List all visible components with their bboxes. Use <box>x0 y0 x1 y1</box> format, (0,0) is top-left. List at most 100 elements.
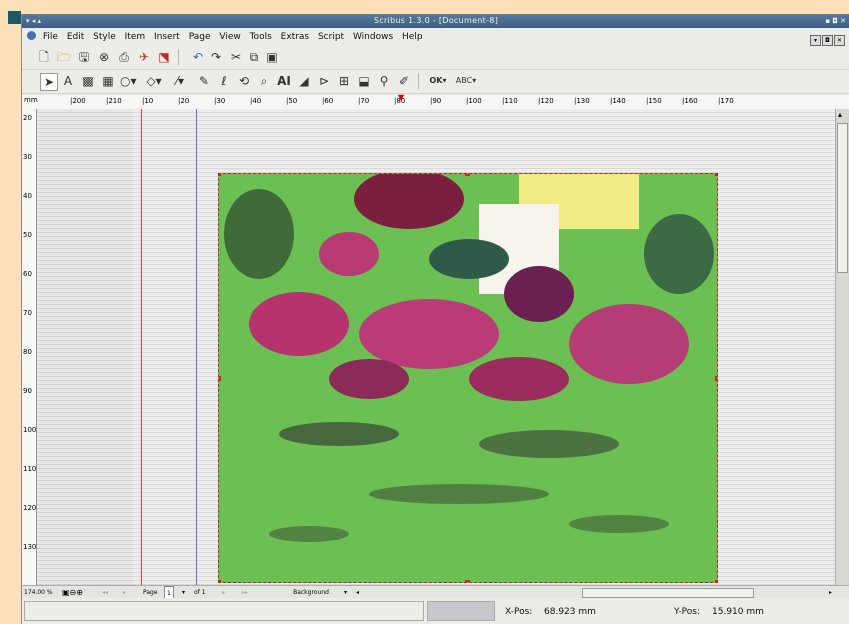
resize-handle[interactable] <box>465 174 470 176</box>
image-frame-icon[interactable]: ▩ <box>80 73 96 89</box>
copy-icon[interactable]: ⧉ <box>246 49 262 65</box>
text-frame-icon[interactable]: A <box>60 73 76 89</box>
menu-windows[interactable]: Windows <box>353 32 393 42</box>
app-icon <box>27 31 36 40</box>
rotate-icon[interactable]: ⟲ <box>236 73 252 89</box>
line-icon[interactable]: ⁄▾ <box>172 73 188 89</box>
freehand-icon[interactable]: ℓ <box>216 73 232 89</box>
menu-page[interactable]: Page <box>189 32 211 42</box>
ruler-tick-label: |100 <box>466 97 482 105</box>
menu-edit[interactable]: Edit <box>67 32 84 42</box>
pdf-field-icon[interactable]: OK▾ <box>426 73 450 89</box>
undo-icon[interactable]: ↶ <box>190 49 206 65</box>
shape-icon[interactable]: ○▾ <box>120 73 137 89</box>
zoom-icon[interactable]: ⌕ <box>256 73 272 89</box>
table-icon[interactable]: ▦ <box>100 73 116 89</box>
resize-handle[interactable] <box>219 376 221 381</box>
unlink-frames-icon[interactable]: ⊳ <box>316 73 332 89</box>
resize-handle[interactable] <box>715 376 717 381</box>
edit-text-icon[interactable]: AI <box>276 73 292 89</box>
spell-check-icon[interactable]: ABC▾ <box>454 73 478 89</box>
image-frame[interactable] <box>218 173 718 583</box>
menu-bar: File Edit Style Item Insert Page View To… <box>22 28 849 46</box>
document-canvas[interactable] <box>37 109 835 585</box>
status-bar: X-Pos: 68.923 mm Y-Pos: 15.910 mm <box>22 598 849 624</box>
ruler-tick-label: 20 <box>23 114 32 122</box>
save-icon[interactable]: 🖫 <box>76 49 92 65</box>
menu-style[interactable]: Style <box>93 32 116 42</box>
ruler-tick-label: |20 <box>178 97 190 105</box>
status-message <box>24 601 424 621</box>
menu-script[interactable]: Script <box>318 32 344 42</box>
ruler-tick-label: 50 <box>23 231 32 239</box>
pen-icon[interactable]: ✐ <box>396 73 412 89</box>
cut-icon[interactable]: ✂ <box>228 49 244 65</box>
scribus-window: ▾ ◂ ▴ Scribus 1.3.0 - [Document-8] ▪ ◘ ✕… <box>21 14 849 624</box>
pdf-export-icon[interactable]: ⬔ <box>156 49 172 65</box>
paste-icon[interactable]: ▣ <box>264 49 280 65</box>
menu-help[interactable]: Help <box>402 32 423 42</box>
select-arrow-icon[interactable]: ➤ <box>40 73 58 91</box>
toolbar-separator <box>178 49 179 65</box>
menu-view[interactable]: View <box>219 32 240 42</box>
ruler-unit: mm <box>24 96 38 104</box>
copy-properties-icon[interactable]: ⬓ <box>356 73 372 89</box>
ruler-tick-label: |90 <box>430 97 442 105</box>
open-folder-icon[interactable]: 🗁 <box>56 49 72 65</box>
measure-icon[interactable]: ⊞ <box>336 73 352 89</box>
title-bar[interactable]: ▾ ◂ ▴ Scribus 1.3.0 - [Document-8] ▪ ◘ ✕ <box>22 14 849 28</box>
ruler-tick-label: |150 <box>646 97 662 105</box>
ruler-marker-icon: ▼ <box>398 93 405 102</box>
ruler-tick-label: 40 <box>23 192 32 200</box>
ruler-tick-label: 80 <box>23 348 32 356</box>
menu-extras[interactable]: Extras <box>281 32 309 42</box>
menu-item[interactable]: Item <box>125 32 146 42</box>
vertical-ruler[interactable]: 20 30 40 50 60 70 80 90 100 110 120 130 <box>22 109 37 585</box>
link-frames-icon[interactable]: ◢ <box>296 73 312 89</box>
scroll-up-icon[interactable]: ▴ <box>838 110 842 119</box>
ruler-tick-label: |170 <box>718 97 734 105</box>
ruler-tick-label: |120 <box>538 97 554 105</box>
print-icon[interactable]: ⎙ <box>116 49 132 65</box>
menu-file[interactable]: File <box>43 32 58 42</box>
close-document-icon[interactable]: ⊗ <box>96 49 112 65</box>
file-toolbar: 🗋 🗁 🖫 ⊗ ⎙ ✈ ⬔ ↶ ↷ ✂ ⧉ ▣ <box>22 46 849 70</box>
column-guide <box>196 109 197 585</box>
desktop-corner <box>8 11 21 24</box>
resize-handle[interactable] <box>465 580 470 582</box>
ruler-tick-label: 110 <box>23 465 37 473</box>
horizontal-scrollbar-thumb[interactable] <box>582 588 754 598</box>
ruler-tick-label: 30 <box>23 153 32 161</box>
eyedropper-icon[interactable]: ⚲ <box>376 73 392 89</box>
ruler-tick-label: |160 <box>682 97 698 105</box>
resize-handle[interactable] <box>219 174 221 176</box>
new-document-icon[interactable]: 🗋 <box>36 49 52 65</box>
scrollbar-thumb[interactable] <box>837 123 848 273</box>
menu-tools[interactable]: Tools <box>250 32 272 42</box>
resize-handle[interactable] <box>715 580 717 582</box>
polygon-icon[interactable]: ◇▾ <box>146 73 162 89</box>
ruler-tick-label: 120 <box>23 504 37 512</box>
ruler-tick-label: |10 <box>142 97 154 105</box>
resize-handle[interactable] <box>219 580 221 582</box>
menu-insert[interactable]: Insert <box>154 32 180 42</box>
x-pos-label: X-Pos: <box>505 607 533 617</box>
ruler-tick-label: |40 <box>250 97 262 105</box>
resize-handle[interactable] <box>715 174 717 176</box>
window-controls[interactable]: ▪ ◘ ✕ <box>825 14 846 28</box>
ruler-tick-label: |140 <box>610 97 626 105</box>
tools-toolbar: ➤ A ▩ ▦ ○▾ ◇▾ ⁄▾ ✎ ℓ ⟲ ⌕ AI ◢ ⊳ ⊞ ⬓ ⚲ ✐ … <box>22 70 849 94</box>
y-pos-value: 15.910 mm <box>712 607 764 617</box>
ruler-tick-label: 100 <box>23 426 37 434</box>
bezier-icon[interactable]: ✎ <box>196 73 212 89</box>
ruler-tick-label: |50 <box>286 97 298 105</box>
preflight-icon[interactable]: ✈ <box>136 49 152 65</box>
ruler-tick-label: |110 <box>502 97 518 105</box>
horizontal-ruler[interactable]: mm |200 |210 |10 |20 |30 |40 |50 |60 |70 |80 |90 |1… <box>22 93 849 110</box>
toolbar-separator <box>418 73 419 89</box>
vertical-scrollbar[interactable]: ▴ <box>835 109 849 598</box>
redo-icon[interactable]: ↷ <box>208 49 224 65</box>
view-bar: 174.00 % ▣⊖⊕ ◂◂ ◂ Page 1 ▾ of 1 ▸ ▸▸ Bac… <box>22 585 849 601</box>
page-margin-guide <box>141 109 142 585</box>
desktop-strip <box>0 0 10 624</box>
